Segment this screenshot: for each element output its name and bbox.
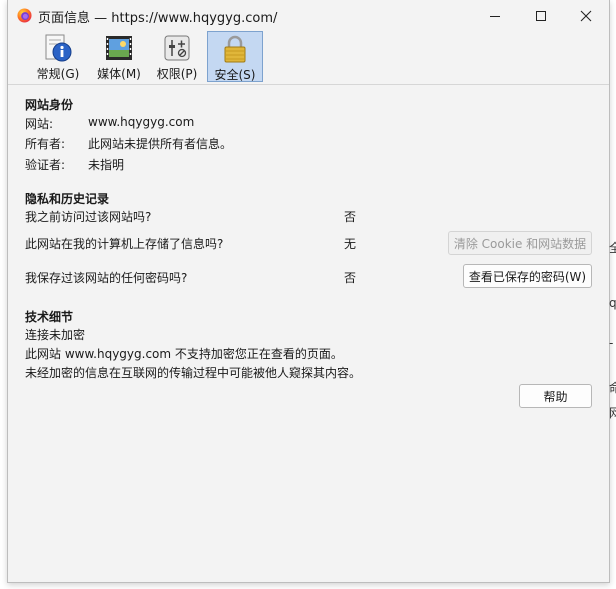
info-icon (45, 34, 72, 62)
tab-media-label: 媒体(M) (97, 67, 141, 81)
stored-info-answer: 无 (344, 237, 357, 251)
close-button[interactable] (563, 0, 609, 31)
connection-status: 连接未加密 (25, 328, 86, 342)
eavesdrop-warning: 未经加密的信息在互联网的传输过程中可能被他人窥探其内容。 (25, 366, 362, 380)
website-value: www.hqygyg.com (88, 115, 195, 129)
background-glyph: 全 (609, 241, 616, 255)
tab-media[interactable]: 媒体(M) (94, 31, 144, 82)
tab-general[interactable]: 常规(G) (33, 31, 83, 82)
privacy-heading: 隐私和历史记录 (25, 192, 110, 206)
technical-heading: 技术细节 (25, 310, 74, 324)
visited-answer: 否 (344, 210, 357, 224)
saved-password-answer: 否 (344, 271, 357, 285)
background-glyph: 网 (609, 406, 616, 420)
background-glyph: q (609, 296, 616, 310)
media-icon (106, 36, 132, 60)
visited-question: 我之前访问过该网站吗? (25, 210, 152, 224)
background-glyph: 命 (609, 381, 616, 395)
clear-cookies-button[interactable]: 清除 Cookie 和网站数据 (448, 231, 592, 255)
tab-permissions-label: 权限(P) (156, 67, 198, 81)
security-panel: 网站身份 网站: www.hqygyg.com 所有者: 此网站未提供所有者信息… (8, 85, 609, 582)
minimize-icon (490, 15, 500, 17)
close-icon (580, 10, 592, 21)
verifier-label: 验证者: (25, 158, 66, 172)
firefox-icon (17, 8, 32, 23)
owner-value: 此网站未提供所有者信息。 (88, 137, 233, 151)
window-title: 页面信息 — https://www.hqygyg.com/ (38, 11, 278, 26)
encryption-note: 此网站 www.hqygyg.com 不支持加密您正在查看的页面。 (25, 347, 343, 361)
maximize-button[interactable] (518, 0, 564, 31)
tab-security[interactable]: 安全(S) (207, 31, 263, 82)
page-info-window: 页面信息 — https://www.hqygyg.com/ 常规(G) 媒体(… (7, 0, 610, 583)
title-bar: 页面信息 — https://www.hqygyg.com/ (8, 0, 609, 31)
tab-security-label: 安全(S) (214, 68, 256, 82)
maximize-icon (536, 10, 546, 21)
tab-general-label: 常规(G) (36, 67, 80, 81)
saved-password-question: 我保存过该网站的任何密码吗? (25, 271, 188, 285)
view-saved-passwords-button[interactable]: 查看已保存的密码(W) (463, 264, 592, 288)
lock-icon (224, 35, 246, 63)
minimize-button[interactable] (472, 0, 518, 31)
help-button[interactable]: 帮助 (519, 384, 592, 408)
page-info-toolbar: 常规(G) 媒体(M) 权限(P) 安全(S) (8, 31, 609, 84)
background-glyph: - (609, 336, 614, 350)
stored-info-question: 此网站在我的计算机上存储了信息吗? (25, 237, 224, 251)
background-window-edge: 全 q - 命 网 (609, 0, 616, 589)
verifier-value: 未指明 (88, 158, 125, 172)
tab-permissions[interactable]: 权限(P) (154, 31, 200, 82)
identity-heading: 网站身份 (25, 98, 74, 112)
website-label: 网站: (25, 117, 54, 131)
permissions-icon (164, 35, 190, 61)
owner-label: 所有者: (25, 137, 66, 151)
